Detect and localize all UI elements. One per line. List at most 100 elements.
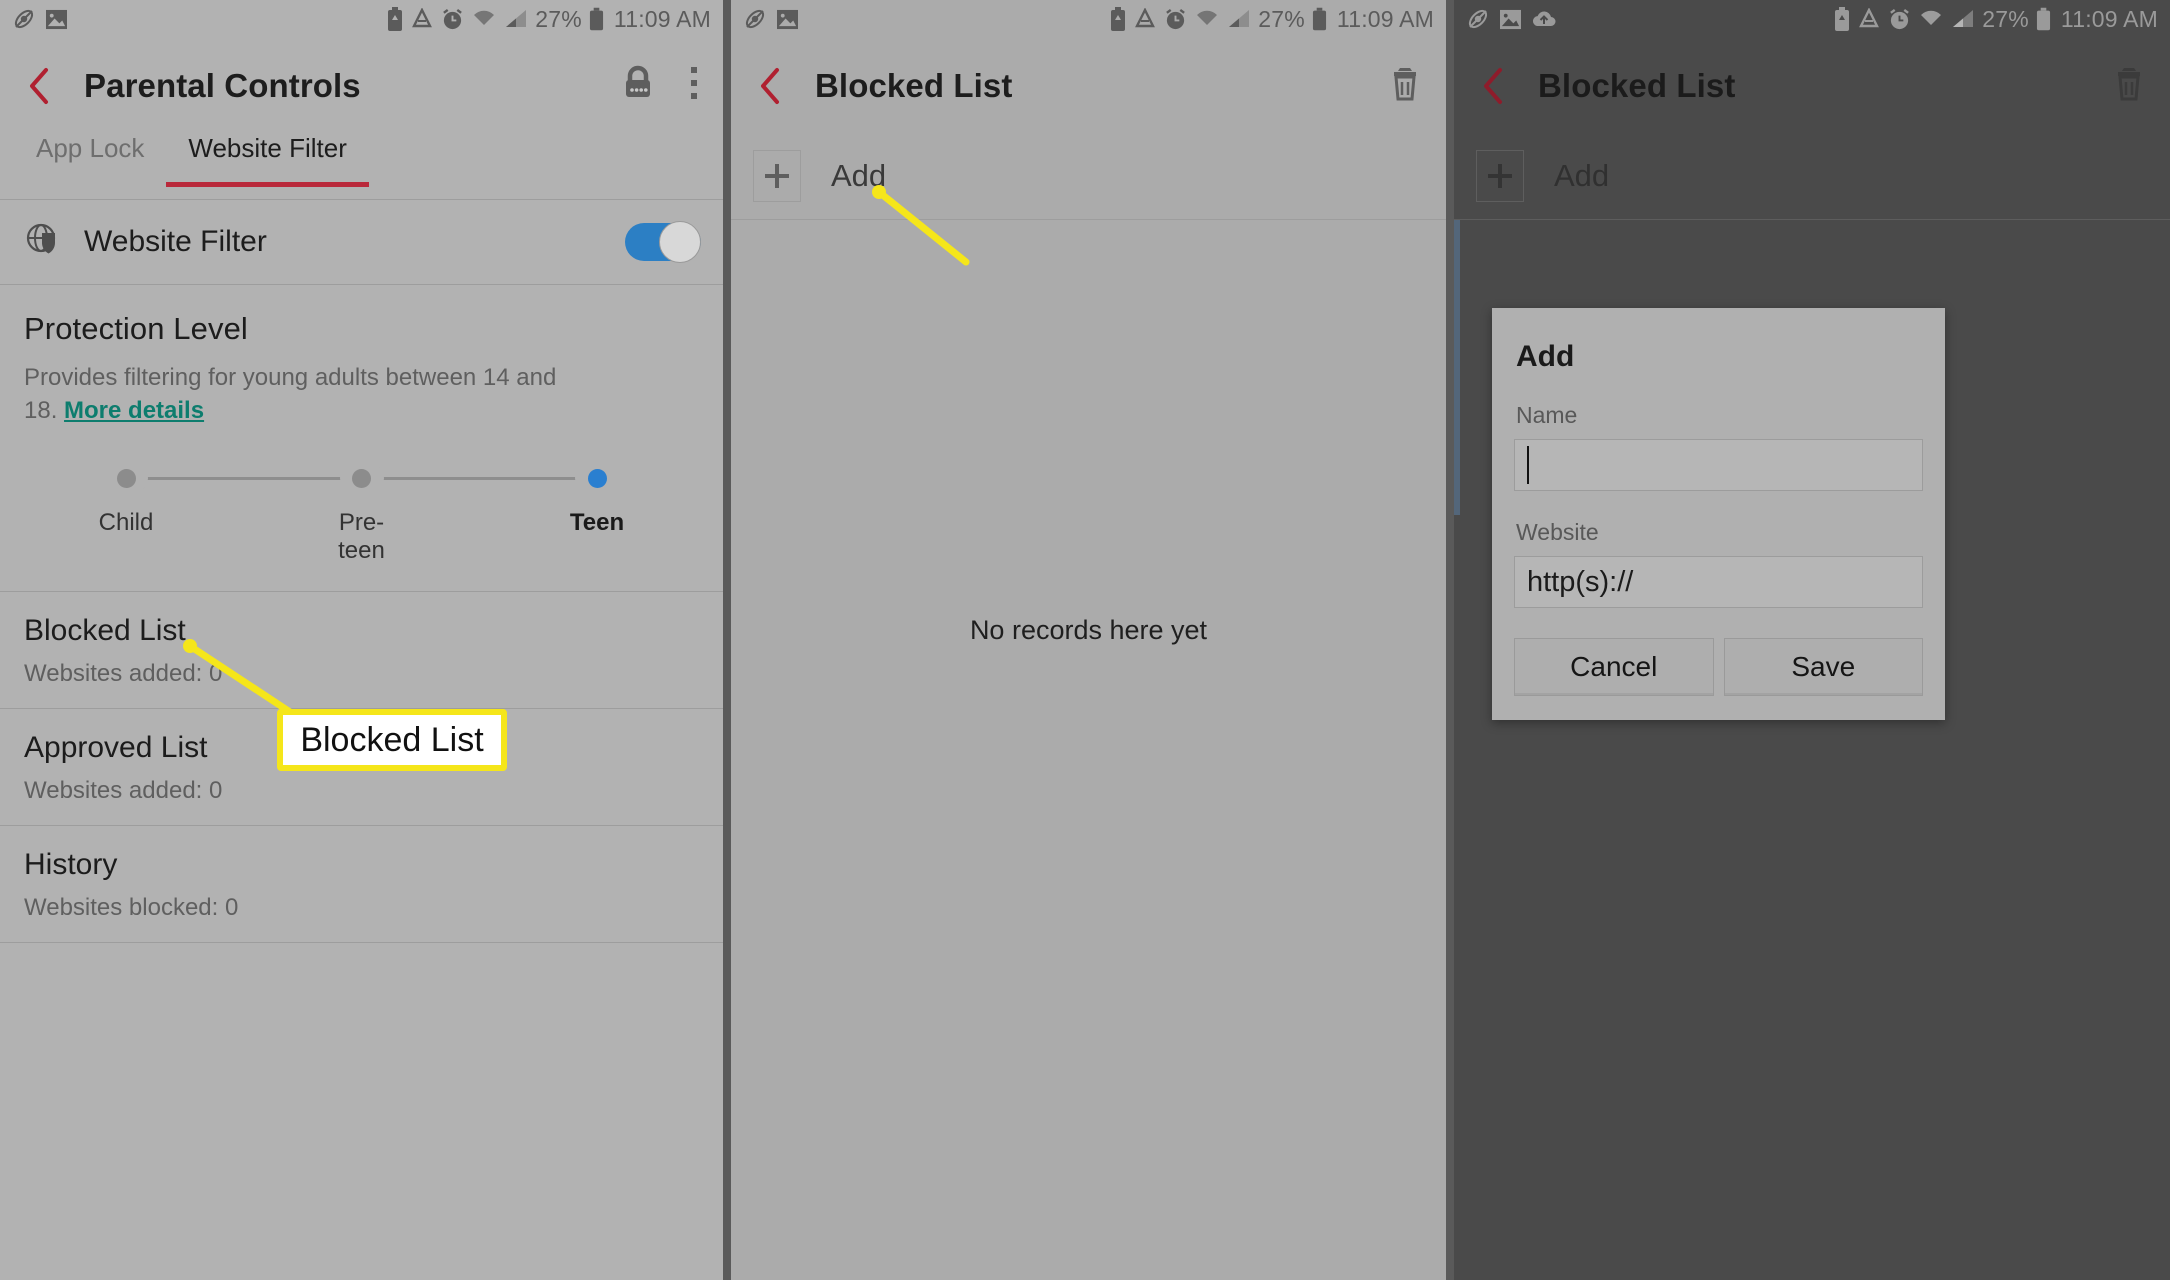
trash-icon[interactable] bbox=[1388, 63, 1422, 108]
list-row-title: Blocked List bbox=[24, 614, 186, 648]
website-input[interactable]: http(s):// bbox=[1514, 556, 1923, 608]
battery-percent-label: 27% bbox=[1258, 5, 1305, 32]
slider-labels: Child Pre-teen Teen bbox=[86, 509, 637, 565]
slider-label-teen: Teen bbox=[569, 509, 625, 537]
status-bar: 27% 11:09 AM bbox=[731, 0, 1446, 38]
name-input[interactable] bbox=[1514, 439, 1923, 491]
phone-screen-add-dialog: 27% 11:09 AM Blocked List Add Add Name W… bbox=[1446, 0, 2170, 1280]
divider bbox=[0, 942, 723, 944]
tab-app-lock-label: App Lock bbox=[36, 133, 145, 163]
globe-shield-icon bbox=[22, 220, 62, 265]
protection-level-description: Provides filtering for young adults betw… bbox=[24, 361, 584, 427]
clock-label: 11:09 AM bbox=[1336, 5, 1434, 32]
page-title: Blocked List bbox=[815, 66, 1013, 104]
add-dialog: Add Name Website http(s):// Cancel Save bbox=[1492, 308, 1945, 720]
scroll-indicator[interactable] bbox=[1454, 190, 1460, 515]
protection-level-section: Protection Level Provides filtering for … bbox=[0, 285, 723, 565]
cancel-button[interactable]: Cancel bbox=[1514, 638, 1714, 696]
list-row-history[interactable]: History Websites blocked: 0 bbox=[0, 826, 723, 942]
slider-stop-preteen[interactable] bbox=[339, 461, 384, 496]
save-button-label: Save bbox=[1791, 651, 1856, 682]
website-filter-label: Website Filter bbox=[84, 225, 267, 258]
battery-saver-icon bbox=[1834, 7, 1850, 31]
website-field-label: Website bbox=[1516, 519, 1599, 545]
add-bar[interactable]: Add bbox=[1454, 133, 2170, 219]
plus-icon[interactable] bbox=[1476, 150, 1524, 202]
battery-percent-label: 27% bbox=[535, 5, 582, 32]
data-saver-icon bbox=[1133, 8, 1157, 30]
status-bar-right-icons: 27% 11:09 AM bbox=[387, 6, 711, 33]
cloud-upload-icon bbox=[1531, 9, 1557, 30]
list-row-title: History bbox=[24, 848, 118, 882]
app-bar: Blocked List bbox=[731, 38, 1446, 133]
back-chevron-icon[interactable] bbox=[1478, 67, 1508, 105]
list-row-blocked-list[interactable]: Blocked List Websites added: 0 bbox=[0, 592, 723, 708]
signal-icon bbox=[1951, 8, 1975, 30]
status-bar-left-icons bbox=[743, 7, 799, 31]
save-button[interactable]: Save bbox=[1723, 638, 1923, 696]
trash-icon[interactable] bbox=[2112, 63, 2146, 108]
list-row-subtitle: Websites added: 0 bbox=[24, 777, 223, 805]
image-icon bbox=[776, 9, 799, 30]
list-row-subtitle: Websites added: 0 bbox=[24, 660, 223, 688]
slider-stop-child[interactable] bbox=[104, 461, 148, 496]
battery-icon bbox=[2036, 7, 2051, 31]
slider-stop-teen[interactable] bbox=[575, 461, 619, 496]
battery-icon bbox=[589, 7, 604, 31]
page-title: Blocked List bbox=[1538, 66, 1736, 104]
image-icon bbox=[45, 9, 68, 30]
phone-screen-parental-controls: 27% 11:09 AM Parental Controls App Lock … bbox=[0, 0, 723, 1280]
more-details-link[interactable]: More details bbox=[64, 397, 204, 424]
wifi-icon bbox=[1918, 8, 1944, 30]
empty-state-label: No records here yet bbox=[969, 615, 1208, 645]
status-bar-right-icons: 27% 11:09 AM bbox=[1110, 6, 1434, 33]
status-bar: 27% 11:09 AM bbox=[0, 0, 723, 38]
toggle-knob bbox=[659, 221, 701, 263]
app-bar-actions bbox=[1388, 63, 1422, 108]
add-bar[interactable]: Add bbox=[731, 133, 1446, 219]
tab-app-lock[interactable]: App Lock bbox=[14, 133, 166, 193]
battery-icon bbox=[1312, 7, 1327, 31]
divider bbox=[731, 219, 1446, 220]
status-bar-left-icons bbox=[1466, 7, 1557, 31]
plus-icon[interactable] bbox=[753, 150, 801, 202]
website-filter-toggle[interactable] bbox=[625, 221, 701, 263]
app-bar: Parental Controls bbox=[0, 38, 723, 133]
more-vertical-icon[interactable] bbox=[689, 64, 699, 107]
signal-icon bbox=[1227, 8, 1251, 30]
callout-label-text: Blocked List bbox=[300, 720, 484, 759]
tab-bar: App Lock Website Filter bbox=[0, 133, 723, 199]
back-chevron-icon[interactable] bbox=[755, 67, 785, 105]
slider-dot bbox=[587, 468, 607, 488]
alarm-icon bbox=[441, 8, 464, 31]
clock-label: 11:09 AM bbox=[613, 5, 711, 32]
data-saver-icon bbox=[1857, 8, 1881, 30]
status-bar-left-icons bbox=[12, 7, 68, 31]
protection-level-slider[interactable] bbox=[104, 461, 619, 496]
slider-stops bbox=[104, 461, 619, 496]
screenshot-root: 27% 11:09 AM Parental Controls App Lock … bbox=[0, 0, 2170, 1280]
lock-pin-icon[interactable] bbox=[619, 63, 657, 108]
slider-label-child: Child bbox=[98, 509, 154, 537]
image-icon bbox=[1499, 9, 1522, 30]
dialog-field-website: Website http(s):// bbox=[1514, 519, 1923, 608]
slider-dot bbox=[116, 468, 136, 488]
battery-saver-icon bbox=[387, 7, 403, 31]
dialog-field-name: Name bbox=[1514, 402, 1923, 491]
status-bar: 27% 11:09 AM bbox=[1454, 0, 2170, 38]
battery-saver-icon bbox=[1110, 7, 1126, 31]
website-filter-row[interactable]: Website Filter bbox=[0, 200, 723, 284]
protection-level-title: Protection Level bbox=[24, 311, 248, 346]
rotation-lock-icon bbox=[1466, 7, 1490, 31]
add-label: Add bbox=[831, 158, 887, 193]
back-chevron-icon[interactable] bbox=[24, 67, 54, 105]
text-caret bbox=[1527, 446, 1529, 484]
app-bar-actions bbox=[2112, 63, 2146, 108]
app-bar: Blocked List bbox=[1454, 38, 2170, 133]
add-label: Add bbox=[1554, 158, 1610, 193]
rotation-lock-icon bbox=[12, 7, 36, 31]
dialog-title: Add bbox=[1516, 340, 1575, 373]
tab-website-filter[interactable]: Website Filter bbox=[166, 133, 370, 193]
name-field-label: Name bbox=[1516, 402, 1578, 428]
rotation-lock-icon bbox=[743, 7, 767, 31]
